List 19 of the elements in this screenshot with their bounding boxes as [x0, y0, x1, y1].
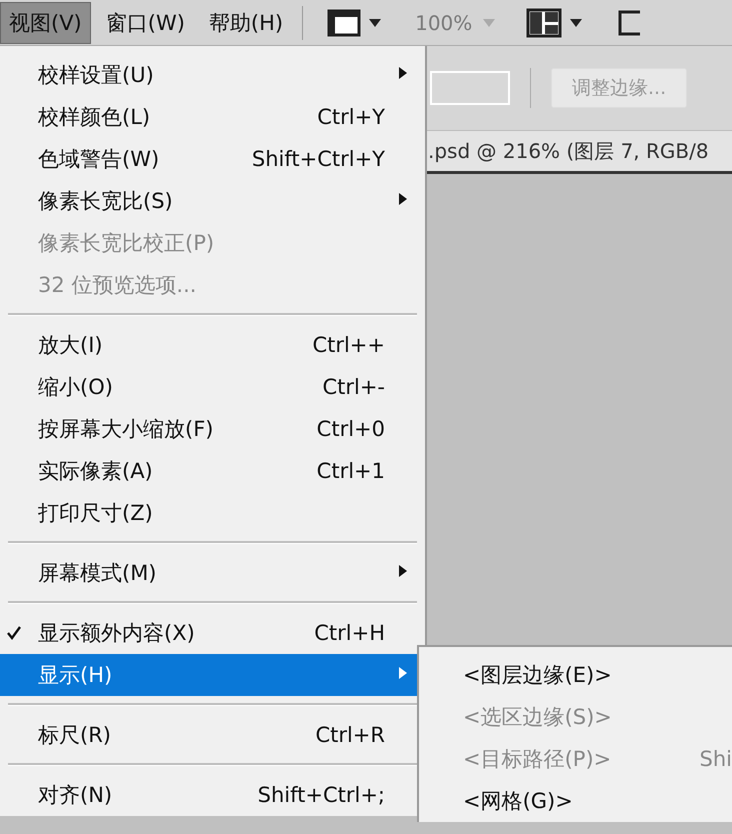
menu-bar-item[interactable]: 视图(V)	[0, 2, 91, 44]
screen-mode-icon[interactable]	[327, 8, 384, 38]
menu-item[interactable]: <网格(G)>	[419, 780, 732, 822]
menu-item[interactable]: 色域警告(W) Shift+Ctrl+Y	[0, 138, 425, 180]
menu-item[interactable]: 显示额外内容(X) Ctrl+H	[0, 612, 425, 654]
menu-item[interactable]: 实际像素(A) Ctrl+1	[0, 450, 425, 492]
menu-item[interactable]: 按屏幕大小缩放(F) Ctrl+0	[0, 408, 425, 450]
menu-item[interactable]: 校样颜色(L) Ctrl+Y	[0, 96, 425, 138]
menu-item[interactable]: 屏幕模式(M)	[0, 552, 425, 594]
menu-item[interactable]: 打印尺寸(Z)	[0, 492, 425, 534]
menu-item[interactable]: 缩小(O) Ctrl+-	[0, 366, 425, 408]
input-field[interactable]	[430, 71, 510, 105]
document-tab[interactable]: .psd @ 216% (图层 7, RGB/8	[428, 138, 709, 164]
frame-icon[interactable]	[616, 8, 640, 38]
menu-item[interactable]: 像素长宽比(S)	[0, 180, 425, 222]
menu-item[interactable]: 校样设置(U)	[0, 54, 425, 96]
menu-bar-item[interactable]: 帮助(H)	[200, 2, 292, 44]
menu-item[interactable]: 放大(I) Ctrl++	[0, 324, 425, 366]
menu-bar-item[interactable]: 窗口(W)	[96, 2, 194, 44]
